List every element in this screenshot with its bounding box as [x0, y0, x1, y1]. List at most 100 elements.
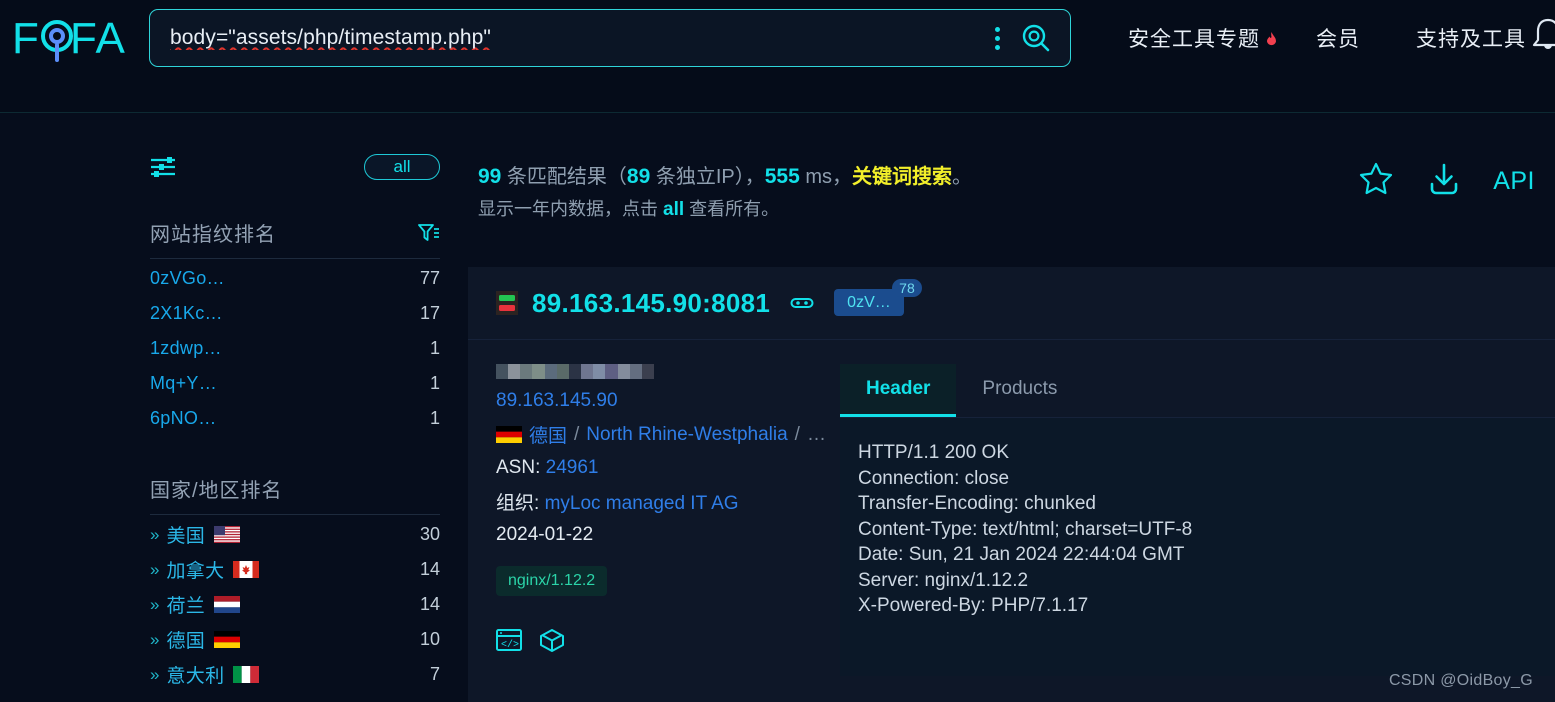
country-count: 7 [429, 664, 440, 684]
fingerprint-count: 1 [429, 373, 440, 393]
result-meta-panel: 89.163.145.90 德国 / North Rhine-Westphali… [468, 364, 840, 676]
chevron-right-icon: » [150, 594, 160, 614]
flag-de-icon [496, 426, 522, 443]
hot-flame-icon [1265, 31, 1278, 48]
result-date: 2024-01-22 [496, 524, 594, 545]
tab-label: Header [866, 378, 931, 399]
search-box[interactable] [149, 9, 1071, 67]
code-window-icon[interactable]: </> [496, 628, 522, 657]
star-icon[interactable] [1357, 160, 1395, 203]
results-summary-line-1: 99 条匹配结果（89 条独立IP），555 ms，关键词搜索。 [478, 160, 972, 194]
country-name: 美国 [166, 526, 206, 547]
results-summary: 99 条匹配结果（89 条独立IP），555 ms，关键词搜索。 显示一年内数据… [478, 160, 972, 225]
flag-us-icon [214, 526, 241, 543]
fingerprint-row[interactable]: 6pNO… 1 [150, 401, 440, 436]
all-filter-label: all [393, 157, 411, 176]
redacted-title [496, 364, 655, 379]
result-ip[interactable]: 89.163.145.90 [496, 390, 840, 412]
org-value[interactable]: myLoc managed IT AG [545, 493, 739, 514]
fingerprint-row[interactable]: 1zdwp… 1 [150, 331, 440, 366]
top-bar: F FA 安全工具专题 [0, 0, 1555, 113]
elapsed-unit: ms， [799, 166, 852, 188]
fingerprint-tag-count: 78 [892, 279, 922, 297]
flag-it-icon [233, 666, 260, 683]
flag-de-icon [214, 631, 241, 648]
funnel-icon[interactable] [418, 223, 440, 243]
results-summary-line-2: 显示一年内数据，点击 all 查看所有。 [478, 194, 972, 225]
country-row[interactable]: » 德国 10 [150, 622, 440, 657]
download-icon[interactable] [1425, 160, 1463, 203]
geo-region-link[interactable]: North Rhine-Westphalia [586, 424, 787, 446]
section-label: 国家/地区排名 [150, 480, 283, 502]
http-header-line: Content-Type: text/html; charset=UTF-8 [858, 518, 1193, 540]
all-filter-button[interactable]: all [364, 154, 440, 180]
fingerprint-row[interactable]: Mq+Y… 1 [150, 366, 440, 401]
nav-item-security-tools[interactable]: 安全工具专题 [1100, 23, 1288, 53]
fingerprint-count: 1 [429, 408, 440, 428]
bell-icon[interactable] [1528, 14, 1555, 56]
api-link[interactable]: API [1493, 167, 1535, 196]
result-card-header: 89.163.145.90:8081 0zV… 78 [468, 267, 1555, 340]
match-count-suffix: 条匹配结果（ [501, 166, 627, 188]
fingerprint-section-title: 网站指纹排名 [150, 218, 440, 259]
main-nav: 安全工具专题 会员 支持及工具 [1100, 0, 1554, 76]
http-header-line: Date: Sun, 21 Jan 2024 22:44:04 GMT [858, 544, 1185, 565]
result-ip-port[interactable]: 89.163.145.90:8081 [532, 288, 770, 319]
all-link[interactable]: all [663, 199, 684, 220]
tab-label: Products [982, 378, 1058, 399]
asn-row: ASN: 24961 [496, 457, 840, 479]
line2-prefix: 显示一年内数据，点击 [478, 199, 663, 219]
country-name: 德国 [166, 631, 206, 652]
fingerprint-name: 2X1Kc… [150, 303, 223, 323]
watermark: CSDN @OidBoy_G [1388, 672, 1533, 689]
search-icon[interactable] [1016, 18, 1056, 58]
country-count: 30 [419, 524, 440, 544]
link-icon[interactable] [790, 292, 814, 314]
http-header-line: Connection: close [858, 467, 1010, 489]
country-row[interactable]: » 荷兰 14 [150, 587, 440, 622]
result-mini-actions: </> [496, 628, 840, 657]
nav-label: 安全工具专题 [1128, 28, 1260, 51]
search-input[interactable] [150, 26, 984, 50]
tab-header[interactable]: Header [840, 364, 957, 417]
geo-separator: / [794, 423, 800, 445]
fingerprint-row[interactable]: 0zVGo… 77 [150, 261, 440, 296]
asn-value[interactable]: 24961 [546, 457, 599, 478]
elapsed-ms: 555 [764, 165, 800, 188]
http-header-content: HTTP/1.1 200 OK Connection: close Transf… [840, 418, 1555, 676]
country-count: 10 [419, 629, 440, 649]
geo-country-link[interactable]: 德国 [529, 421, 567, 448]
result-card: 89.163.145.90:8081 0zV… 78 89.163.145.90… [468, 267, 1555, 702]
result-geo: 德国 / North Rhine-Westphalia / … [496, 421, 840, 448]
geo-more[interactable]: … [807, 424, 826, 446]
line2-suffix: 查看所有。 [684, 199, 780, 219]
result-detail-panel: Header Products HTTP/1.1 200 OK Connecti… [840, 364, 1555, 676]
fingerprint-count: 17 [419, 303, 440, 323]
sliders-icon[interactable] [150, 154, 178, 180]
more-vertical-icon[interactable] [984, 23, 1010, 53]
asn-label: ASN: [496, 457, 541, 478]
fingerprint-count: 77 [419, 268, 440, 288]
http-header-line: Server: nginx/1.12.2 [858, 569, 1029, 591]
country-row[interactable]: » 加拿大 14 [150, 552, 440, 587]
chevron-right-icon: » [150, 629, 160, 649]
tab-products[interactable]: Products [956, 364, 1083, 417]
result-card-body: 89.163.145.90 德国 / North Rhine-Westphali… [468, 340, 1555, 702]
country-row[interactable]: » 意大利 7 [150, 657, 440, 692]
country-row[interactable]: » 美国 30 [150, 517, 440, 552]
cube-icon[interactable] [539, 628, 565, 657]
sidebar-toolbar: all [150, 150, 440, 184]
sidebar: all 网站指纹排名 0zVGo… 77 2X1Kc… 17 1zdwp… 1 … [150, 150, 440, 692]
fingerprint-row[interactable]: 2X1Kc… 17 [150, 296, 440, 331]
chevron-right-icon: » [150, 664, 160, 684]
fofa-logo[interactable]: F FA [12, 12, 138, 64]
http-header-line: X-Powered-By: PHP/7.1.17 [858, 595, 1089, 616]
status-up-down-icon [496, 291, 518, 315]
fingerprint-name: 1zdwp… [150, 338, 222, 358]
fingerprint-tag[interactable]: 0zV… 78 [834, 279, 922, 316]
country-count: 14 [419, 559, 440, 579]
match-count: 99 [478, 165, 502, 188]
server-chip[interactable]: nginx/1.12.2 [496, 566, 608, 596]
nav-item-membership[interactable]: 会员 [1288, 23, 1388, 53]
chevron-right-icon: » [150, 524, 160, 544]
